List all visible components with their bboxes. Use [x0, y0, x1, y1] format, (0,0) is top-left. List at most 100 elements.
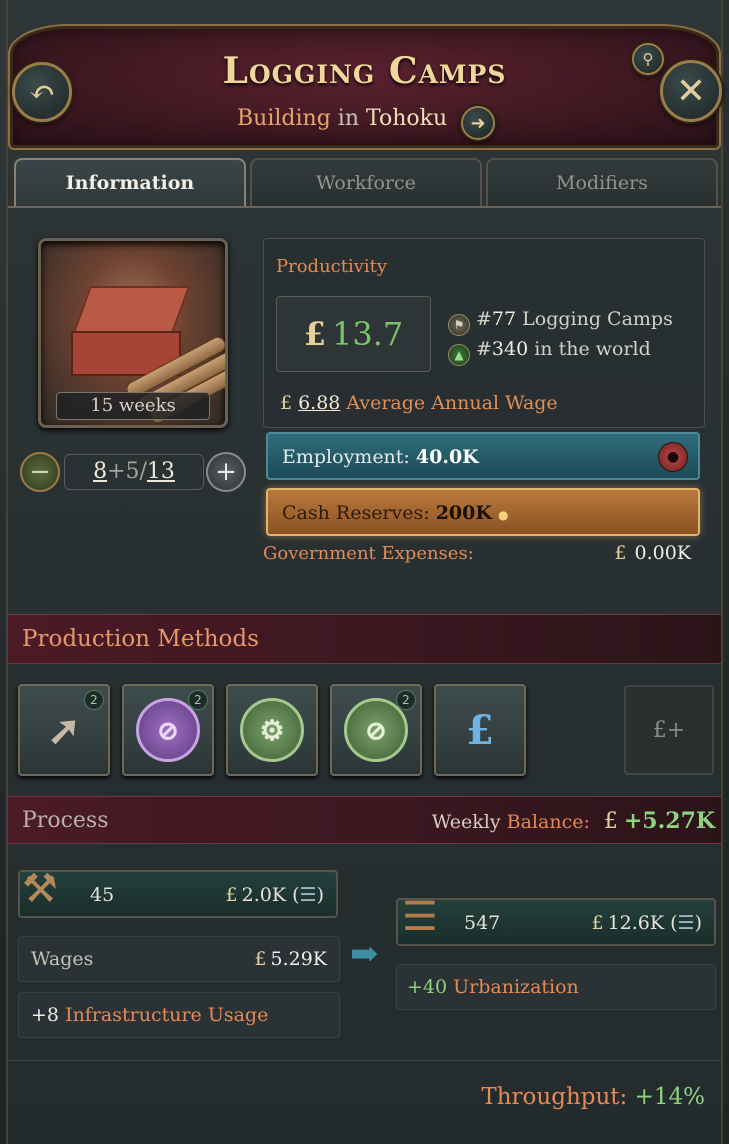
pm-option-count: 2: [396, 690, 416, 710]
urbanization-row[interactable]: +40 Urbanization: [396, 964, 716, 1010]
back-arrow-icon: ↶: [28, 73, 56, 111]
construction-time: 15 weeks: [56, 392, 210, 420]
employment-label: Employment:: [282, 446, 410, 468]
plus-icon: +: [215, 457, 237, 487]
productivity-value[interactable]: £13.7: [276, 296, 431, 372]
throughput[interactable]: Throughput: +14%: [481, 1084, 705, 1110]
output-price-value: 12.6K: [607, 912, 665, 934]
wages-number: 5.29K: [270, 948, 328, 970]
building-level: 8+5/13: [64, 454, 204, 490]
level-current: 8: [93, 459, 108, 484]
tab-information[interactable]: Information: [14, 158, 246, 206]
pm-rail-button[interactable]: ⊘ 2: [330, 684, 422, 776]
pm-option-count: 2: [84, 690, 104, 710]
page-title: Logging Camps: [222, 50, 507, 92]
wage-label: Average Annual Wage: [346, 392, 558, 414]
tab-modifiers[interactable]: Modifiers: [486, 158, 718, 206]
paren-open: (: [292, 884, 300, 906]
building-roof: [71, 286, 191, 336]
paren-close: ): [694, 912, 702, 934]
level-queued: +5: [107, 459, 140, 484]
rank-type-number: 77: [491, 308, 517, 330]
balance-label-weekly: Weekly: [431, 811, 501, 833]
cash-dot-icon: ●: [497, 508, 509, 522]
pound-icon: £: [254, 948, 267, 970]
close-icon: ✕: [675, 70, 707, 112]
rank-type-prefix: #: [476, 308, 492, 330]
coins-icon: ☰: [299, 884, 317, 906]
pound-icon: £: [225, 884, 238, 906]
rank-type-text: Logging Camps: [522, 308, 673, 330]
building-type-label: Building: [237, 106, 331, 131]
coins-icon: ☰: [677, 912, 695, 934]
cash-reserves-bar[interactable]: Cash Reserves: 200K ●: [266, 488, 700, 536]
cash-label: Cash Reserves:: [282, 502, 430, 524]
tab-divider: [8, 206, 721, 208]
rank-world-prefix: #: [476, 338, 492, 360]
process-title: Process: [22, 808, 109, 833]
back-button[interactable]: ↶: [12, 62, 72, 122]
weekly-balance[interactable]: Weekly Balance: £ +5.27K: [432, 808, 715, 834]
paren-close: ): [316, 884, 324, 906]
wages-value: £5.29K: [254, 948, 327, 970]
pound-icon: £: [280, 392, 293, 414]
rank-world-number: 340: [491, 338, 529, 360]
pm-empty-slot[interactable]: £+: [624, 685, 714, 775]
productivity-number: 13.7: [332, 315, 404, 353]
input-price: £2.0K (☰): [226, 884, 324, 906]
expand-button[interactable]: +: [206, 452, 246, 492]
rank-building-type[interactable]: ⚑ #77 Logging Camps: [448, 308, 673, 336]
throughput-value: +14%: [634, 1084, 705, 1110]
no-automation-icon: ⚙: [240, 698, 304, 762]
employment-value: 40.0K: [415, 446, 479, 468]
output-goods-bar[interactable]: ☰ 547 £12.6K (☰): [396, 894, 716, 946]
pm-automation-button[interactable]: ⚙: [226, 684, 318, 776]
output-count: 547: [464, 912, 501, 934]
wood-icon: ☰: [402, 894, 438, 940]
ownership-icon: £: [466, 706, 494, 754]
downsize-button[interactable]: −: [20, 452, 60, 492]
balance-label: Balance:: [506, 811, 590, 833]
rank-world[interactable]: ▲ #340 in the world: [448, 338, 651, 366]
wage-value: 6.88: [298, 392, 341, 414]
tools-icon: ⚒: [22, 866, 58, 912]
average-wage[interactable]: £6.88 Average Annual Wage: [280, 392, 558, 414]
level-max: 13: [146, 459, 175, 484]
urban-value: +40: [407, 976, 448, 998]
pm-ownership-button[interactable]: £: [434, 684, 526, 776]
search-button[interactable]: ⚲: [632, 43, 664, 75]
rank-type-icon: ⚑: [448, 314, 470, 336]
input-price-value: 2.0K: [241, 884, 287, 906]
government-expenses-value: £0.00K: [614, 542, 691, 564]
close-button[interactable]: ✕: [660, 60, 722, 122]
level-separator: /: [139, 459, 147, 484]
tab-workforce[interactable]: Workforce: [250, 158, 482, 206]
pound-icon: £: [603, 809, 618, 834]
saw-icon: ➚: [47, 706, 81, 754]
infra-label: Infrastructure Usage: [65, 1004, 269, 1026]
productivity-label: Productivity: [276, 256, 388, 277]
infrastructure-row[interactable]: +8 Infrastructure Usage: [18, 992, 340, 1038]
subtitle-in: in: [337, 106, 359, 131]
balance-value: +5.27K: [623, 808, 715, 834]
employment-bar[interactable]: Employment: 40.0K ●: [266, 432, 700, 480]
paren-open: (: [670, 912, 678, 934]
go-to-state-button[interactable]: ➜: [461, 106, 495, 140]
output-price: £12.6K (☰): [591, 912, 702, 934]
cash-value: 200K: [435, 502, 492, 524]
search-icon: ⚲: [642, 50, 654, 68]
gov-value: 0.00K: [634, 542, 692, 564]
pm-saw-button[interactable]: ➚ 2: [18, 684, 110, 776]
pm-forestry-button[interactable]: ⊘ 2: [122, 684, 214, 776]
rank-world-text: in the world: [534, 338, 651, 360]
urban-label: Urbanization: [453, 976, 579, 998]
throughput-label: Throughput:: [481, 1084, 628, 1110]
input-goods-bar[interactable]: ⚒ 45 £2.0K (☰): [18, 866, 338, 918]
rank-up-icon: ▲: [448, 344, 470, 366]
wages-label: Wages: [31, 948, 94, 970]
state-link[interactable]: Tohoku: [366, 106, 447, 131]
minus-icon: −: [29, 457, 51, 487]
no-rail-icon: ⊘: [344, 698, 408, 762]
infrastructure-usage: +8 Infrastructure Usage: [31, 1004, 268, 1026]
wages-row[interactable]: Wages £5.29K: [18, 936, 340, 982]
